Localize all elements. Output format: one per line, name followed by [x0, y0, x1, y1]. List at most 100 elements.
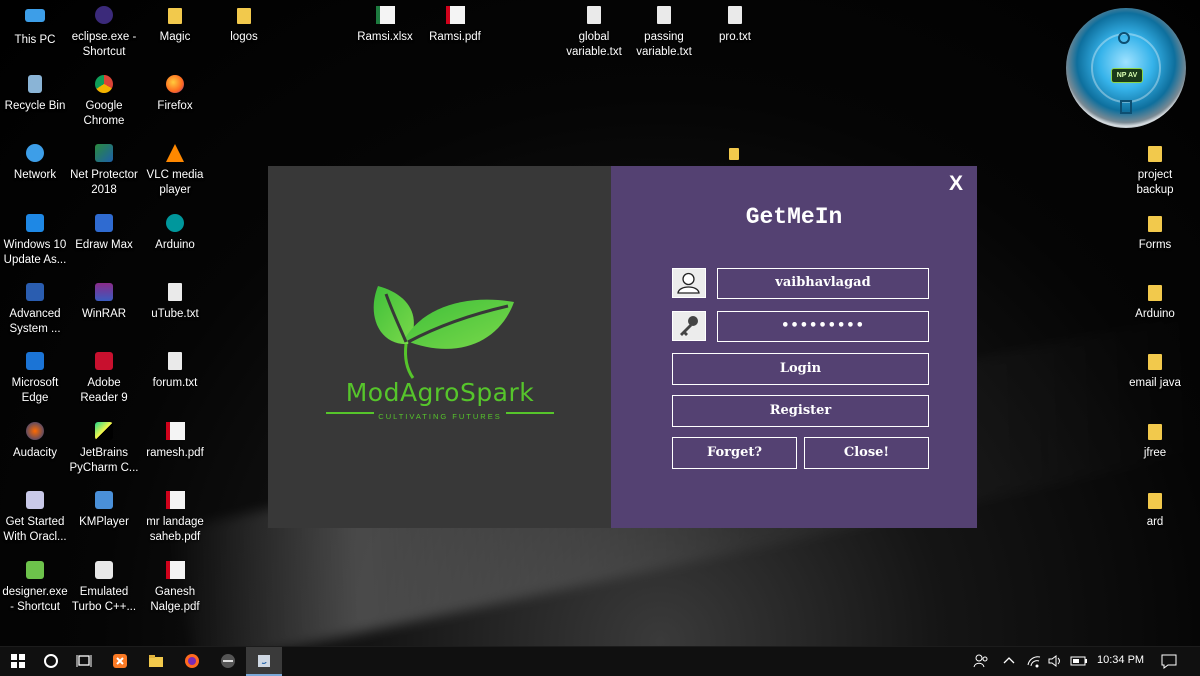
folder-icon	[164, 6, 186, 26]
vlc-icon	[164, 144, 186, 164]
desktop-icon-forum-txt[interactable]: forum.txt	[140, 352, 210, 391]
arduino-icon	[164, 214, 186, 234]
desktop-icon-oracle[interactable]: Get Started With Oracl...	[0, 491, 70, 545]
windows-update-icon	[24, 214, 46, 234]
xampp-icon[interactable]	[102, 647, 138, 676]
desktop-icon-windows-update[interactable]: Windows 10 Update As...	[0, 214, 70, 268]
desktop-icon-audacity[interactable]: Audacity	[0, 422, 70, 461]
desktop-icon-eclipse[interactable]: eclipse.exe - Shortcut	[69, 6, 139, 60]
desktop-icon-project-backup[interactable]: project backup	[1120, 144, 1190, 198]
user-icon	[672, 268, 706, 298]
desktop-icon-global-variable[interactable]: global variable.txt	[559, 6, 629, 60]
desktop-icon-label: Emulated Turbo C++...	[71, 586, 137, 613]
desktop-icon-label: designer.exe - Shortcut	[2, 586, 68, 613]
desktop-icon-recycle-bin[interactable]: Recycle Bin	[0, 75, 70, 114]
folder-icon[interactable]	[729, 146, 739, 160]
desktop-icon-ard[interactable]: ard	[1120, 491, 1190, 530]
text-file-icon	[164, 283, 186, 303]
desktop-icon-label: email java	[1129, 377, 1181, 389]
desktop-icon-label: Ramsi.pdf	[429, 31, 481, 43]
desktop-icon-mr-landage-pdf[interactable]: mr landage saheb.pdf	[140, 491, 210, 545]
desktop-icon-turbo-cpp[interactable]: Emulated Turbo C++...	[69, 561, 139, 615]
desktop-icon-label: Recycle Bin	[4, 100, 66, 112]
desktop-icon-email-java[interactable]: email java	[1120, 352, 1190, 391]
desktop-icon-label: Arduino	[155, 239, 195, 251]
close-icon[interactable]: X	[949, 172, 963, 196]
desktop-icon-magic[interactable]: Magic	[140, 6, 210, 45]
task-view-icon[interactable]	[66, 647, 102, 676]
login-button[interactable]: Login	[672, 353, 929, 385]
login-dialog: ModAgroSpark CULTIVATING FUTURES X GetMe…	[268, 166, 977, 528]
desktop-icon-ramesh-pdf[interactable]: ramesh.pdf	[140, 422, 210, 461]
desktop-icon-label: This PC	[14, 34, 56, 46]
eclipse-icon	[93, 6, 115, 26]
desktop-icon-label: Magic	[159, 31, 191, 43]
notifications-icon[interactable]	[1160, 653, 1178, 674]
desktop-icon-edraw-max[interactable]: Edraw Max	[69, 214, 139, 253]
desktop-icon-utube-txt[interactable]: uTube.txt	[140, 283, 210, 322]
app-title: GetMeIn	[745, 204, 843, 230]
desktop-icon-forms[interactable]: Forms	[1120, 214, 1190, 253]
media-app-icon[interactable]	[210, 647, 246, 676]
desktop-icon-ramsi-xlsx[interactable]: Ramsi.xlsx	[350, 6, 420, 45]
desktop-icon-vlc[interactable]: VLC media player	[140, 144, 210, 198]
desktop-icon-net-protector[interactable]: Net Protector 2018	[69, 144, 139, 198]
desktop-icon-adobe-reader[interactable]: Adobe Reader 9	[69, 352, 139, 406]
designer-icon	[24, 561, 46, 581]
desktop-icon-microsoft-edge[interactable]: Microsoft Edge	[0, 352, 70, 406]
desktop-icon-label: pro.txt	[719, 31, 751, 43]
cortana-icon[interactable]	[33, 647, 69, 676]
desktop-icon-pycharm[interactable]: JetBrains PyCharm C...	[69, 422, 139, 476]
desktop-icon-advanced-system[interactable]: Advanced System ...	[0, 283, 70, 337]
pdf-file-icon	[444, 6, 466, 26]
password-field[interactable]: •••••••••	[717, 311, 929, 342]
desktop-icon-ramsi-pdf[interactable]: Ramsi.pdf	[420, 6, 490, 45]
desktop-icon-label: Google Chrome	[83, 100, 125, 127]
desktop-icon-label: passing variable.txt	[636, 31, 692, 58]
desktop-icon-network[interactable]: Network	[0, 144, 70, 183]
kmplayer-icon	[93, 491, 115, 511]
clock[interactable]: 10:34 PM	[1097, 654, 1144, 666]
desktop-icon-google-chrome[interactable]: Google Chrome	[69, 75, 139, 129]
windows-start-icon[interactable]	[0, 647, 36, 676]
net-protector-icon	[93, 144, 115, 164]
desktop-icon-pro-txt[interactable]: pro.txt	[700, 6, 770, 45]
wifi-icon[interactable]	[1026, 653, 1042, 674]
winrar-icon	[93, 283, 115, 303]
edraw-icon	[93, 214, 115, 234]
desktop-icon-logos[interactable]: logos	[209, 6, 279, 45]
username-field[interactable]: vaibhavlagad	[717, 268, 929, 299]
volume-icon[interactable]	[1047, 653, 1063, 674]
firefox-icon[interactable]	[174, 647, 210, 676]
pdf-file-icon	[164, 491, 186, 511]
turbo-cpp-icon	[93, 561, 115, 581]
desktop-icon-designer[interactable]: designer.exe - Shortcut	[0, 561, 70, 615]
register-button[interactable]: Register	[672, 395, 929, 427]
desktop-icon-arduino-app[interactable]: Arduino	[140, 214, 210, 253]
desktop-icon-arduino-folder[interactable]: Arduino	[1120, 283, 1190, 322]
forget-button[interactable]: Forget?	[672, 437, 797, 469]
folder-icon	[1144, 491, 1166, 511]
advanced-system-icon	[24, 283, 46, 303]
pycharm-icon	[93, 422, 115, 442]
close-button[interactable]: Close!	[804, 437, 929, 469]
folder-icon	[1144, 422, 1166, 442]
file-explorer-icon[interactable]	[138, 647, 174, 676]
java-app-icon[interactable]	[246, 647, 282, 676]
desktop-icon-firefox[interactable]: Firefox	[140, 75, 210, 114]
desktop-icon-kmplayer[interactable]: KMPlayer	[69, 491, 139, 530]
desktop-icon-label: Advanced System ...	[9, 308, 61, 335]
text-file-icon	[724, 6, 746, 26]
leaf-logo-icon	[373, 286, 514, 379]
battery-icon[interactable]	[1070, 653, 1088, 674]
desktop-icon-passing-variable[interactable]: passing variable.txt	[629, 6, 699, 60]
folder-icon	[1144, 214, 1166, 234]
desktop-icon-this-pc[interactable]: This PC	[0, 6, 70, 48]
chevron-up-icon[interactable]	[1002, 653, 1016, 674]
desktop-icon-label: jfree	[1143, 447, 1167, 459]
desktop-icon-jfree[interactable]: jfree	[1120, 422, 1190, 461]
people-icon[interactable]	[973, 653, 989, 674]
desktop-icon-winrar[interactable]: WinRAR	[69, 283, 139, 322]
antivirus-gadget[interactable]: NP AV	[1066, 8, 1186, 128]
desktop-icon-ganesh-pdf[interactable]: Ganesh Nalge.pdf	[140, 561, 210, 615]
